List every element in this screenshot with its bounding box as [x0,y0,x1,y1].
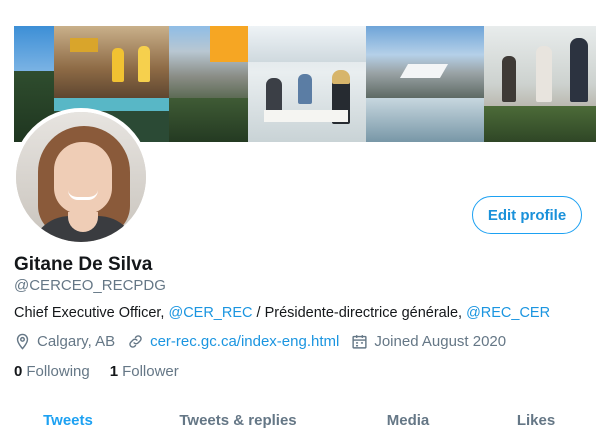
bio-mention-rec-cer[interactable]: @REC_CER [466,305,550,321]
tab-tweets-replies[interactable]: Tweets & replies [136,400,340,439]
location-text: Calgary, AB [37,333,116,350]
bio-mention-cer-rec[interactable]: @CER_REC [168,305,252,321]
bio-text-2: / Présidente-directrice générale, [252,305,467,321]
tab-likes[interactable]: Likes [476,400,596,439]
bio-text-1: Chief Executive Officer, [14,305,169,321]
link-icon [129,335,142,348]
profile-meta: Calgary, AB cer-rec.gc.ca/index-eng.html… [14,333,518,350]
website-link[interactable]: cer-rec.gc.ca/index-eng.html [150,333,339,350]
profile-bio: Chief Executive Officer, @CER_REC / Prés… [14,305,550,321]
followers-stat[interactable]: 1 Follower [110,363,179,380]
joined-text: Joined August 2020 [374,333,507,350]
following-label: Following [26,363,90,380]
profile-handle: @CERCEO_RECPDG [14,277,166,294]
profile-tabs: Tweets Tweets & replies Media Likes [0,400,596,439]
avatar[interactable] [12,108,150,246]
profile-stats: 0 Following 1 Follower [14,363,199,380]
tab-tweets[interactable]: Tweets [0,400,136,439]
joined-item: Joined August 2020 [351,333,506,350]
tab-media[interactable]: Media [340,400,476,439]
website-item[interactable]: cer-rec.gc.ca/index-eng.html [127,333,339,350]
location-item: Calgary, AB [14,333,115,350]
profile-name: Gitane De Silva [14,254,153,275]
edit-profile-button[interactable]: Edit profile [472,196,582,234]
location-pin-icon [16,333,29,350]
following-stat[interactable]: 0 Following [14,363,90,380]
followers-label: Follower [122,363,179,380]
calendar-icon [352,335,367,349]
following-count: 0 [14,363,23,380]
followers-count: 1 [109,363,119,380]
